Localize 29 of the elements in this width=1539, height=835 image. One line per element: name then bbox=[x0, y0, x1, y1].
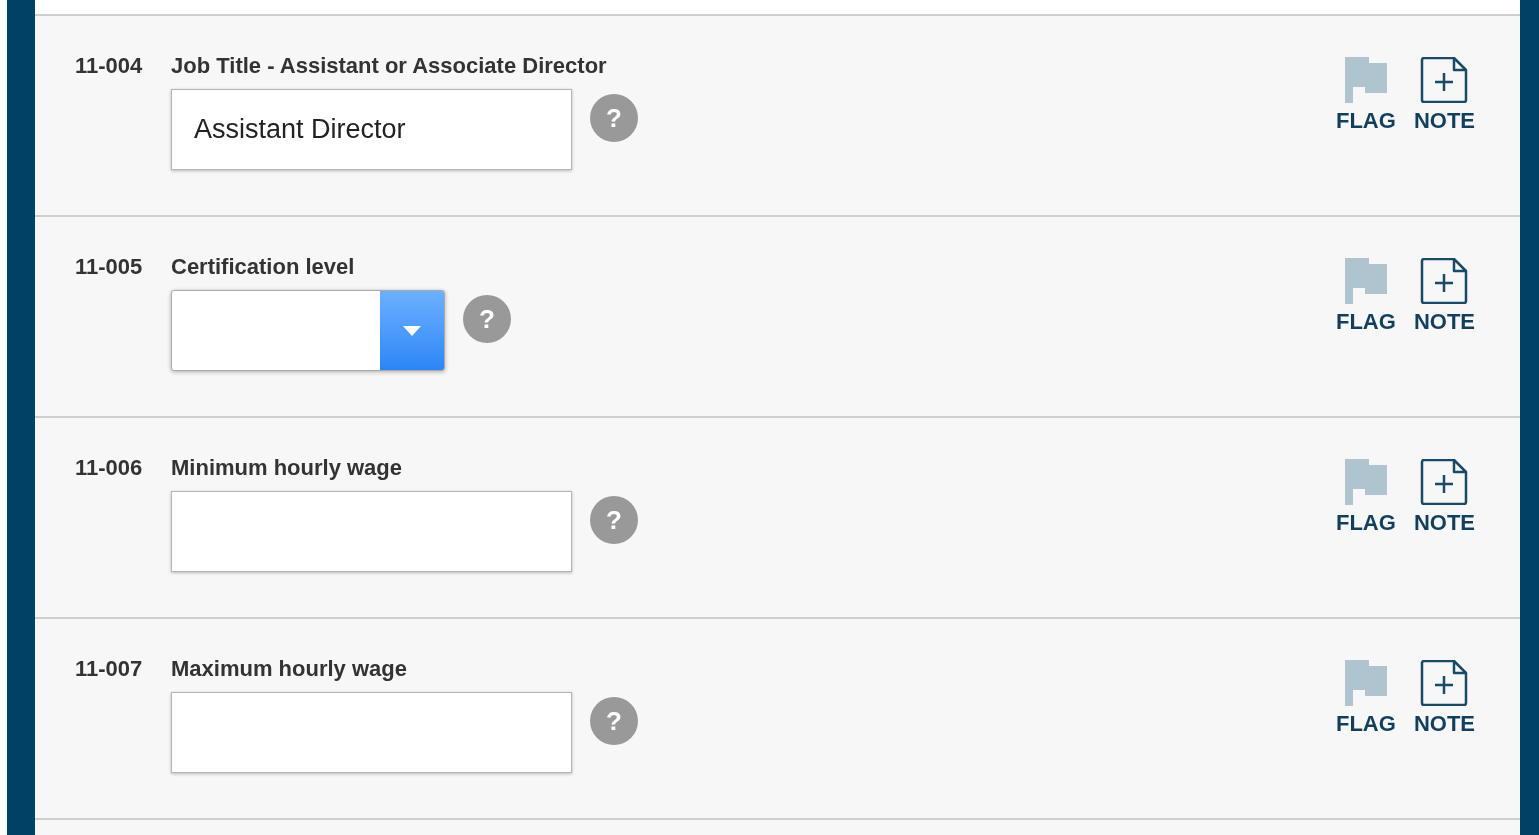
question-label: Maximum hourly wage bbox=[171, 655, 407, 683]
text-field[interactable] bbox=[171, 692, 572, 773]
flag-icon bbox=[1344, 258, 1387, 304]
caret-icon bbox=[403, 325, 421, 336]
note-add-icon bbox=[1420, 459, 1469, 505]
note-add-icon bbox=[1420, 57, 1469, 103]
note-button[interactable]: NOTE bbox=[1413, 660, 1475, 818]
note-button[interactable]: NOTE bbox=[1413, 459, 1475, 617]
flag-icon bbox=[1344, 459, 1387, 505]
question-label: Job Title - Assistant or Associate Director bbox=[171, 52, 607, 80]
note-button[interactable]: NOTE bbox=[1413, 258, 1475, 416]
flag-button[interactable]: FLAG bbox=[1336, 57, 1396, 215]
flag-icon bbox=[1344, 660, 1387, 706]
question-number: 11-006 bbox=[75, 454, 144, 482]
dropdown-field[interactable] bbox=[171, 290, 445, 371]
flag-button[interactable]: FLAG bbox=[1336, 660, 1396, 818]
question-number: 11-005 bbox=[75, 253, 144, 281]
flag-button[interactable]: FLAG bbox=[1336, 258, 1396, 416]
flag-icon bbox=[1344, 57, 1387, 103]
flag-button[interactable]: FLAG bbox=[1336, 459, 1396, 617]
note-button[interactable]: NOTE bbox=[1413, 57, 1475, 215]
note-add-icon bbox=[1420, 660, 1469, 706]
question-label: Certification level bbox=[171, 253, 355, 281]
question-number: 11-007 bbox=[75, 655, 144, 683]
question-number: 11-004 bbox=[75, 52, 144, 80]
note-add-icon bbox=[1420, 258, 1469, 304]
text-field[interactable]: Assistant Director bbox=[171, 89, 572, 170]
text-field[interactable] bbox=[171, 491, 572, 572]
question-label: Minimum hourly wage bbox=[171, 454, 403, 482]
